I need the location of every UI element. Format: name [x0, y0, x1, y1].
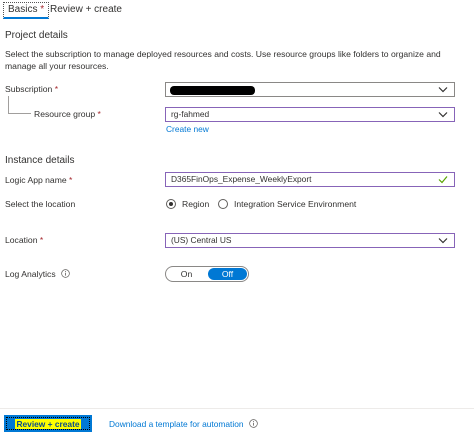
logic-app-name-label: Logic App name * [5, 175, 72, 185]
tab-review-create-label: Review + create [50, 4, 122, 15]
download-template-link[interactable]: Download a template for automation [109, 419, 244, 429]
checkmark-icon [438, 176, 448, 184]
log-analytics-label: Log Analytics [5, 269, 56, 279]
ise-radio[interactable] [218, 199, 228, 209]
tab-basics-label: Basics [8, 4, 38, 15]
logic-app-name-required-mark: * [69, 175, 73, 185]
info-icon[interactable] [61, 269, 70, 278]
log-analytics-toggle[interactable]: On Off [165, 266, 249, 282]
resource-group-label-text: Resource group [34, 109, 96, 119]
create-new-link[interactable]: Create new [166, 124, 209, 134]
tree-connector-line [8, 96, 31, 114]
log-analytics-on-option[interactable]: On [166, 267, 207, 281]
log-analytics-off-option[interactable]: Off [208, 268, 247, 280]
review-create-button-label: Review + create [15, 419, 81, 429]
region-radio[interactable] [166, 199, 176, 209]
select-location-label: Select the location [5, 199, 76, 209]
resource-group-required-mark: * [97, 109, 101, 119]
tab-basics-required-mark: * [40, 4, 45, 15]
tab-review-create[interactable]: Review + create [50, 4, 122, 15]
chevron-down-icon [438, 112, 448, 118]
instance-details-heading: Instance details [5, 155, 75, 166]
chevron-down-icon [438, 238, 448, 244]
ise-radio-label[interactable]: Integration Service Environment [234, 199, 356, 209]
project-details-description: Select the subscription to manage deploy… [5, 49, 441, 71]
resource-group-label: Resource group * [34, 109, 101, 119]
location-label: Location * [5, 235, 43, 245]
redacted-subscription-value [170, 86, 255, 95]
subscription-label: Subscription * [5, 84, 58, 94]
subscription-required-mark: * [54, 84, 59, 94]
resource-group-dropdown[interactable]: rg-fahmed [165, 107, 455, 122]
create-logic-app-page: Basics * Review + create Project details… [0, 0, 474, 442]
review-create-button[interactable]: Review + create [4, 415, 92, 432]
tab-basics[interactable]: Basics * [3, 2, 50, 19]
location-value: (US) Central US [171, 235, 232, 245]
logic-app-name-value: D365FinOps_Expense_WeeklyExport [171, 174, 312, 184]
chevron-down-icon [438, 87, 448, 93]
footer-divider [0, 408, 474, 409]
project-details-heading: Project details [5, 30, 68, 41]
resource-group-value: rg-fahmed [171, 109, 210, 119]
location-required-mark: * [39, 235, 44, 245]
logic-app-name-label-text: Logic App name [5, 175, 67, 185]
download-template-link-text: Download a template for automation [109, 419, 244, 429]
location-dropdown[interactable]: (US) Central US [165, 233, 455, 248]
info-icon[interactable] [249, 419, 258, 428]
subscription-label-text: Subscription [5, 84, 53, 94]
subscription-dropdown[interactable] [165, 82, 455, 97]
logic-app-name-input[interactable]: D365FinOps_Expense_WeeklyExport [165, 172, 455, 187]
location-label-text: Location [5, 235, 38, 245]
region-radio-label[interactable]: Region [182, 199, 209, 209]
tab-bar: Basics * Review + create [0, 0, 474, 20]
